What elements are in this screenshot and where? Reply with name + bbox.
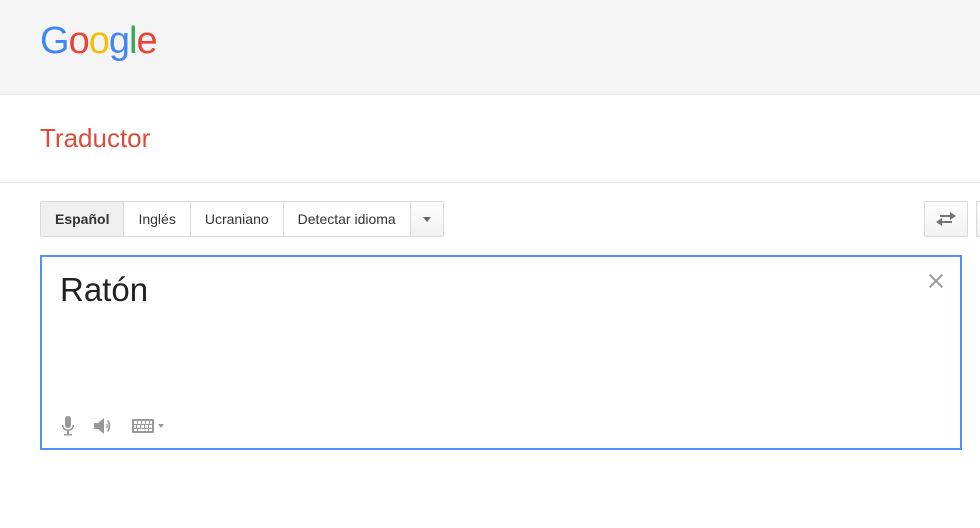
clear-input-button[interactable]: [928, 271, 944, 293]
swap-area: [924, 201, 980, 237]
source-language-tabs: Español Inglés Ucraniano Detectar idioma: [40, 201, 444, 237]
microphone-icon[interactable]: [60, 416, 76, 436]
keyboard-icon: [132, 419, 154, 433]
input-method-button[interactable]: [132, 419, 164, 433]
detect-language-tab[interactable]: Detectar idioma: [284, 202, 411, 236]
source-text-box[interactable]: [40, 255, 962, 450]
swap-icon: [936, 212, 956, 226]
title-bar: Traductor: [0, 95, 980, 183]
close-icon: [928, 273, 944, 289]
source-text-input[interactable]: [60, 271, 912, 309]
language-toolbar: Español Inglés Ucraniano Detectar idioma: [0, 183, 980, 237]
source-lang-tab-selected[interactable]: Español: [41, 202, 124, 236]
input-tools: [60, 416, 164, 436]
header: Google: [0, 0, 980, 95]
source-lang-tab[interactable]: Inglés: [124, 202, 190, 236]
speaker-icon[interactable]: [94, 417, 114, 435]
swap-languages-button[interactable]: [924, 201, 968, 237]
google-logo: Google: [40, 20, 980, 63]
chevron-down-icon: [158, 424, 164, 428]
chevron-down-icon: [423, 217, 431, 222]
input-area: [40, 255, 980, 450]
target-lang-cutoff: [976, 201, 980, 237]
source-lang-tab[interactable]: Ucraniano: [191, 202, 284, 236]
app-title: Traductor: [40, 123, 150, 153]
more-languages-dropdown[interactable]: [411, 202, 443, 236]
